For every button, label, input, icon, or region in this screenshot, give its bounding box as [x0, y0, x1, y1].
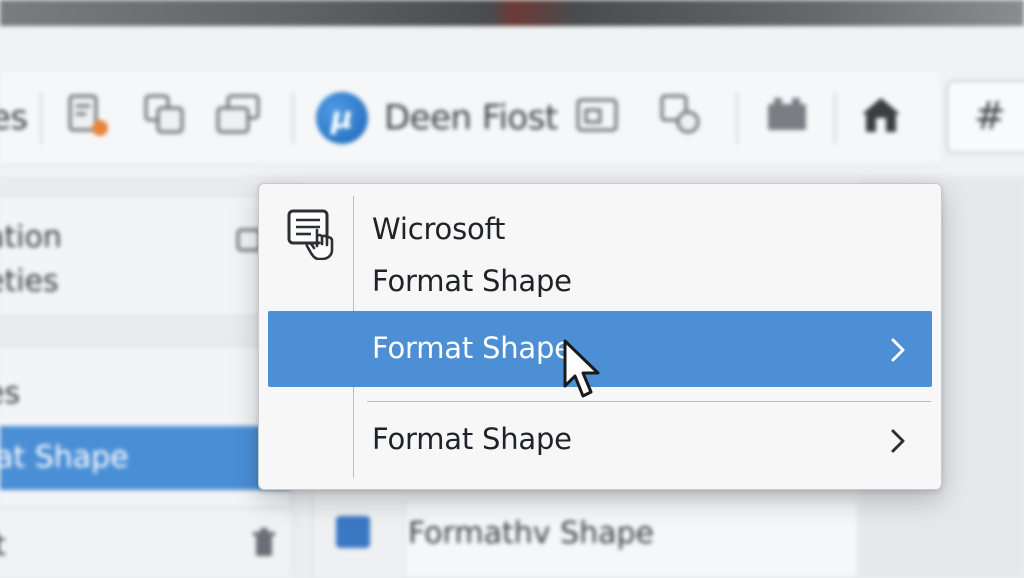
menu-item-label: Format Shape [372, 422, 572, 456]
link-shape-icon[interactable] [658, 92, 704, 138]
copy-icon[interactable] [142, 92, 188, 138]
archive-icon[interactable] [764, 92, 810, 138]
menu-separator [367, 401, 931, 402]
document-hand-icon [287, 209, 334, 260]
ribbon-separator [292, 92, 294, 144]
chevron-right-icon [891, 338, 905, 362]
left-panel-item[interactable]: es [0, 376, 20, 411]
menu-item-format-shape[interactable]: Format Shape [372, 264, 572, 298]
menu-header-title: Wicrosoft [372, 212, 506, 246]
menu-item-format-shape-submenu[interactable]: Format Shape [268, 406, 932, 478]
left-panel-item-line1: ation [0, 220, 62, 255]
window-top-strip [0, 0, 1024, 26]
ribbon-separator [40, 92, 42, 144]
ribbon-title: Deen Fiost [384, 98, 558, 138]
ribbon-separator [736, 92, 738, 144]
grid-view-button[interactable]: # [946, 80, 1024, 154]
left-panel-item-selected[interactable]: nat Shape [0, 426, 290, 490]
app-logo-icon: µ [316, 92, 368, 144]
chevron-right-icon [891, 429, 905, 453]
trash-icon[interactable] [250, 526, 278, 558]
grid-icon: # [974, 94, 1006, 138]
ribbon-separator [834, 92, 836, 144]
menu-item-label: Format Shape [372, 331, 572, 365]
left-panel-footer [0, 510, 290, 576]
bottom-panel-label: Formathv Shape [408, 516, 654, 551]
format-icon [336, 516, 370, 548]
left-panel-item[interactable]: t [0, 528, 6, 563]
context-menu: Wicrosoft Format Shape Format Shape Form… [258, 183, 942, 490]
screen-icon[interactable] [216, 92, 262, 138]
left-panel-item-line2: eties [0, 264, 59, 299]
window-icon[interactable] [574, 92, 620, 138]
ribbon-partial-label: es [0, 98, 28, 138]
mouse-pointer-icon [563, 339, 600, 398]
home-icon[interactable] [858, 92, 904, 138]
left-panel-item-label: nat Shape [0, 440, 129, 475]
new-document-icon[interactable] [64, 92, 110, 138]
